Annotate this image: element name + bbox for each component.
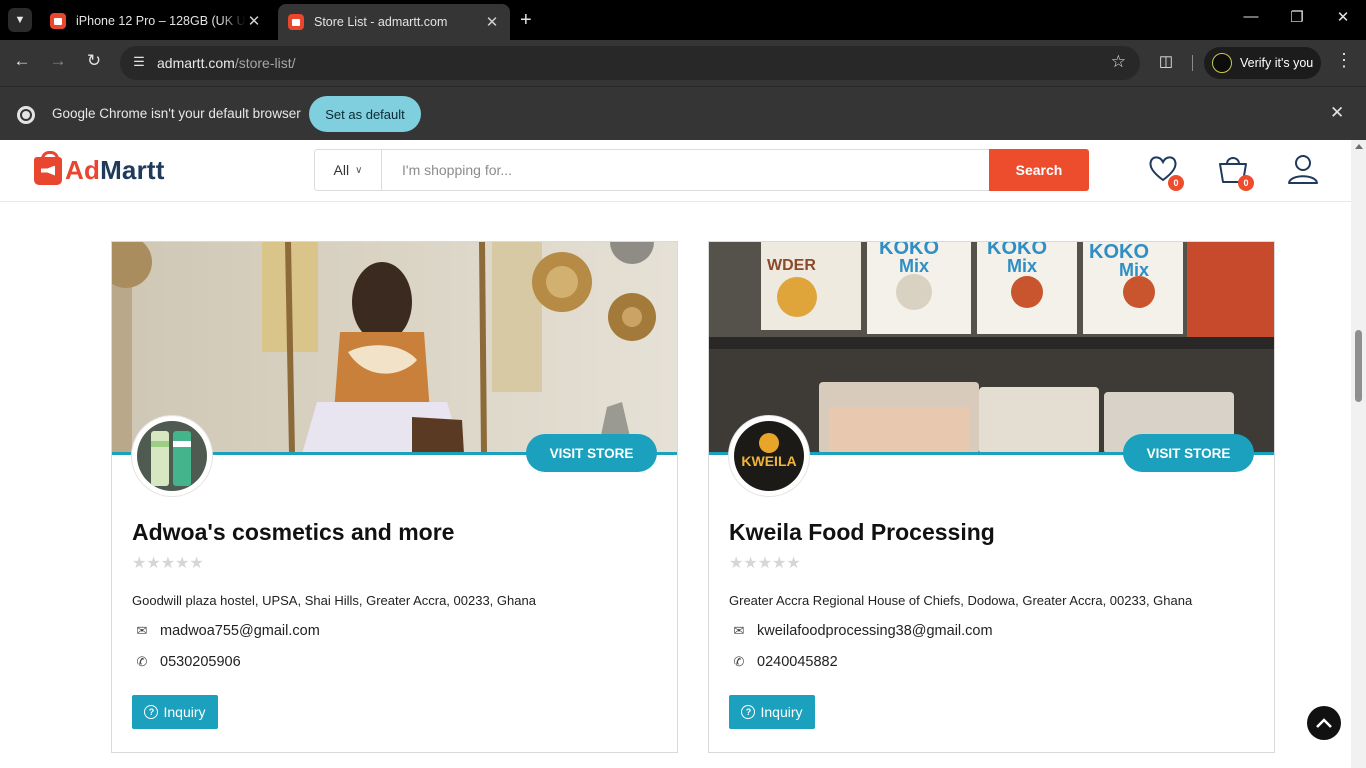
scrollbar-thumb[interactable] [1355, 330, 1362, 402]
store-phone: 0530205906 [160, 654, 241, 670]
store-email: madwoa755@gmail.com [160, 623, 320, 639]
set-as-default-button[interactable]: Set as default [309, 96, 421, 132]
envelope-icon: ✉ [136, 623, 148, 638]
envelope-icon: ✉ [733, 623, 745, 638]
store-phone-row: ✆ 0240045882 [731, 654, 838, 670]
store-name[interactable]: Kweila Food Processing [729, 519, 995, 546]
banner-text: Mix [1007, 256, 1037, 276]
address-bar[interactable]: ☰ admartt.com/store-list/ ☆ [120, 46, 1140, 80]
question-circle-icon: ? [741, 705, 756, 719]
profile-avatar [1212, 53, 1232, 73]
store-card: WDER KOKO Mix KOKO Mix KOKO Mix KWEILA V… [708, 241, 1275, 753]
store-phone-row: ✆ 0530205906 [134, 654, 241, 670]
question-circle-icon: ? [144, 705, 159, 719]
shopping-bag-logo-icon [34, 150, 62, 185]
tab-strip: ▼ iPhone 12 Pro – 128GB (UK Use ✕ Store … [0, 0, 1366, 40]
new-tab-plus-icon[interactable]: + [520, 9, 532, 32]
store-address: Goodwill plaza hostel, UPSA, Shai Hills,… [132, 593, 536, 608]
store-email-row: ✉ kweilafoodprocessing38@gmail.com [731, 623, 993, 639]
verify-label: Verify it's you [1240, 56, 1314, 70]
product-search: All ∨ Search [314, 149, 1089, 191]
phone-icon: ✆ [733, 654, 745, 669]
chrome-menu-icon[interactable]: ⋮ [1335, 50, 1353, 71]
account-button[interactable] [1286, 152, 1320, 186]
search-button[interactable]: Search [989, 149, 1089, 191]
store-logo-avatar[interactable]: KWEILA [729, 416, 809, 496]
cart-button[interactable]: 0 [1216, 152, 1254, 191]
store-rating-stars: ★★★★★ [729, 555, 801, 572]
site-settings-icon[interactable]: ☰ [130, 54, 148, 72]
back-arrow-icon[interactable]: ← [10, 51, 34, 71]
user-icon [1288, 155, 1318, 184]
store-phone: 0240045882 [757, 654, 838, 670]
page-scrollbar[interactable] [1351, 140, 1366, 768]
visit-store-button[interactable]: VISIT STORE [1123, 434, 1254, 472]
profile-verify-button[interactable]: Verify it's you [1204, 47, 1321, 79]
admartt-favicon-icon [50, 13, 66, 29]
banner-text: Mix [899, 256, 929, 276]
store-rating-stars: ★★★★★ [132, 555, 204, 572]
minimize-icon[interactable]: — [1241, 8, 1261, 25]
close-tab-icon[interactable]: ✕ [246, 12, 262, 30]
infobar-message: Google Chrome isn't your default browser [52, 106, 301, 121]
tab-search-chevron-icon[interactable]: ▼ [8, 8, 32, 32]
infobar-close-icon[interactable]: ✕ [1330, 103, 1344, 123]
default-browser-infobar: Google Chrome isn't your default browser… [0, 86, 1366, 140]
admartt-favicon-icon [288, 14, 304, 30]
store-card: VISIT STORE Adwoa's cosmetics and more ★… [111, 241, 678, 753]
tab-title: iPhone 12 Pro – 128GB (UK Use [76, 14, 246, 28]
forward-arrow-icon[interactable]: → [46, 51, 70, 71]
restore-icon[interactable]: ❐ [1287, 8, 1307, 26]
inquiry-button[interactable]: ? Inquiry [132, 695, 218, 729]
category-select[interactable]: All ∨ [315, 150, 382, 190]
scroll-to-top-button[interactable] [1307, 706, 1341, 740]
browser-toolbar: ← → ↻ ☰ admartt.com/store-list/ ☆ ◫ Veri… [0, 40, 1366, 86]
url-text[interactable]: admartt.com/store-list/ [157, 55, 296, 71]
visit-store-button[interactable]: VISIT STORE [526, 434, 657, 472]
bookmark-star-icon[interactable]: ☆ [1111, 52, 1126, 72]
window-close-icon[interactable]: ✕ [1333, 8, 1353, 26]
banner-text: WDER [767, 257, 816, 274]
extensions-puzzle-icon[interactable]: ◫ [1156, 52, 1176, 72]
store-address: Greater Accra Regional House of Chiefs, … [729, 593, 1193, 608]
site-header: AdMartt All ∨ Search 0 0 [0, 140, 1351, 202]
inquiry-button[interactable]: ? Inquiry [729, 695, 815, 729]
chevron-up-icon [1316, 718, 1332, 728]
wishlist-button[interactable]: 0 [1146, 152, 1184, 191]
tab-store-list[interactable]: Store List - admartt.com ✕ [278, 4, 510, 40]
tab-iphone[interactable]: iPhone 12 Pro – 128GB (UK Use ✕ [40, 6, 272, 36]
scroll-up-arrow-icon[interactable] [1355, 144, 1363, 149]
cart-count-badge: 0 [1238, 175, 1254, 191]
kweila-logo-text: KWEILA [741, 453, 796, 469]
chrome-logo-icon [17, 106, 35, 124]
tab-title: Store List - admartt.com [314, 15, 448, 29]
toolbar-divider [1192, 55, 1193, 71]
store-logo-avatar[interactable] [132, 416, 212, 496]
store-name[interactable]: Adwoa's cosmetics and more [132, 519, 454, 546]
close-tab-icon[interactable]: ✕ [484, 13, 500, 31]
store-banner-image[interactable] [112, 242, 677, 454]
chevron-down-icon: ∨ [355, 164, 363, 176]
reload-icon[interactable]: ↻ [82, 51, 106, 71]
store-email: kweilafoodprocessing38@gmail.com [757, 623, 993, 639]
search-input[interactable] [383, 150, 989, 190]
store-email-row: ✉ madwoa755@gmail.com [134, 623, 320, 639]
admartt-logo[interactable]: AdMartt [34, 150, 165, 186]
page-content: AdMartt All ∨ Search 0 0 [0, 140, 1351, 768]
store-banner-image[interactable]: WDER KOKO Mix KOKO Mix KOKO Mix [709, 242, 1274, 454]
phone-icon: ✆ [136, 654, 148, 669]
wishlist-count-badge: 0 [1168, 175, 1184, 191]
